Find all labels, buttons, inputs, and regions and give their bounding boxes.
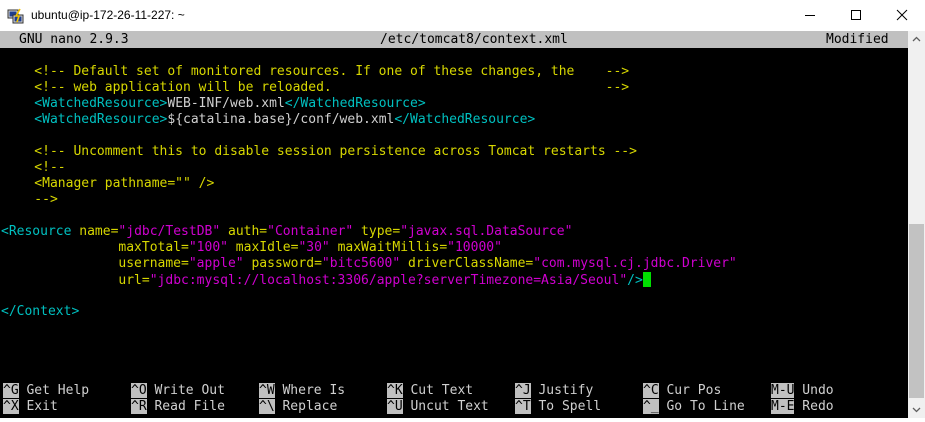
shortcut-key: ^G — [3, 383, 19, 398]
shortcut-item: ^\ Replace — [259, 399, 337, 415]
shortcut-label: Undo — [794, 383, 834, 398]
shortcut-item: M-U Undo — [771, 383, 834, 399]
shortcut-item: ^R Read File — [131, 399, 225, 415]
modified-indicator: Modified — [826, 32, 889, 47]
shortcut-item: ^X Exit — [3, 399, 58, 415]
shortcut-key: ^J — [515, 383, 531, 398]
minimize-icon — [805, 15, 815, 16]
shortcut-label: Uncut Text — [402, 399, 489, 414]
shortcut-key: ^K — [387, 383, 403, 398]
editor-line: <WatchedResource>${catalina.base}/conf/w… — [3, 112, 536, 127]
shortcut-label: Where Is — [274, 383, 346, 398]
shortcut-item: ^K Cut Text — [387, 383, 473, 399]
shortcut-key: M-E — [771, 399, 795, 414]
chevron-up-icon — [912, 36, 921, 42]
shortcut-item: ^T To Spell — [515, 399, 601, 415]
chevron-down-icon — [912, 407, 921, 413]
shortcut-key: ^R — [131, 399, 147, 414]
shortcut-key: ^T — [515, 399, 531, 414]
shortcut-key: ^_ — [643, 399, 659, 414]
shortcut-label: Justify — [530, 383, 594, 398]
shortcut-item: ^G Get Help — [3, 383, 89, 399]
shortcut-key: ^X — [3, 399, 19, 414]
minimize-button[interactable] — [787, 0, 833, 31]
shortcut-label: Replace — [274, 399, 338, 414]
close-button[interactable] — [879, 0, 925, 31]
editor-line: <!-- web application will be reloaded. -… — [3, 80, 630, 95]
shortcut-key: M-U — [771, 383, 795, 398]
shortcut-label: Exit — [18, 399, 58, 414]
shortcut-key: ^W — [259, 383, 275, 398]
editor-line: <WatchedResource>WEB-INF/web.xml</Watche… — [3, 96, 426, 111]
editor-line: --> — [3, 192, 58, 207]
editor-line: <Manager pathname="" /> — [3, 176, 215, 191]
window-titlebar: ubuntu@ip-172-26-11-227: ~ — [0, 0, 925, 31]
text-cursor — [642, 272, 651, 287]
editor-line: url="jdbc:mysql://localhost:3306/apple?s… — [1, 272, 651, 288]
shortcut-item: ^W Where Is — [259, 383, 345, 399]
nano-status-bar: GNU nano 2.9.3 /etc/tomcat8/context.xml … — [0, 31, 908, 48]
shortcut-label: Redo — [794, 399, 834, 414]
shortcut-key: ^O — [131, 383, 147, 398]
shortcut-item: ^_ Go To Line — [643, 399, 745, 415]
shortcut-label: Write Out — [146, 383, 225, 398]
shortcut-item: M-E Redo — [771, 399, 834, 415]
shortcut-key: ^C — [643, 383, 659, 398]
shortcut-item: ^U Uncut Text — [387, 399, 489, 415]
shortcut-label: Get Help — [18, 383, 90, 398]
file-path: /etc/tomcat8/context.xml — [380, 32, 568, 47]
maximize-button[interactable] — [833, 0, 879, 31]
shortcut-label: Cut Text — [402, 383, 474, 398]
editor-line: <!-- Default set of monitored resources.… — [3, 64, 630, 79]
editor-line: </Context> — [1, 304, 80, 319]
close-icon — [896, 9, 908, 21]
editor-line: maxTotal="100" maxIdle="30" maxWaitMilli… — [1, 240, 502, 255]
editor-line: username="apple" password="bitc5600" dri… — [1, 256, 737, 271]
shortcut-item: ^J Justify — [515, 383, 593, 399]
shortcut-label: Go To Line — [658, 399, 745, 414]
editor-line: <!-- — [3, 160, 66, 175]
shortcut-item: ^C Cur Pos — [643, 383, 721, 399]
shortcut-key: ^\ — [259, 399, 275, 414]
editor-line: <Resource name="jdbc/TestDB" auth="Conta… — [1, 224, 573, 239]
editor-line: <!-- Uncomment this to disable session p… — [3, 144, 637, 159]
scroll-up-button[interactable] — [908, 31, 925, 48]
nano-version: GNU nano 2.9.3 — [19, 32, 129, 47]
shortcut-item: ^O Write Out — [131, 383, 225, 399]
shortcut-key: ^U — [387, 399, 403, 414]
shortcut-label: Read File — [146, 399, 225, 414]
shortcut-label: To Spell — [530, 399, 602, 414]
vertical-scrollbar[interactable] — [908, 31, 925, 418]
maximize-icon — [851, 10, 861, 20]
scroll-thumb[interactable] — [909, 224, 924, 398]
shortcut-label: Cur Pos — [658, 383, 722, 398]
scroll-down-button[interactable] — [908, 401, 925, 418]
window-title: ubuntu@ip-172-26-11-227: ~ — [31, 8, 185, 22]
putty-icon[interactable] — [7, 7, 25, 25]
